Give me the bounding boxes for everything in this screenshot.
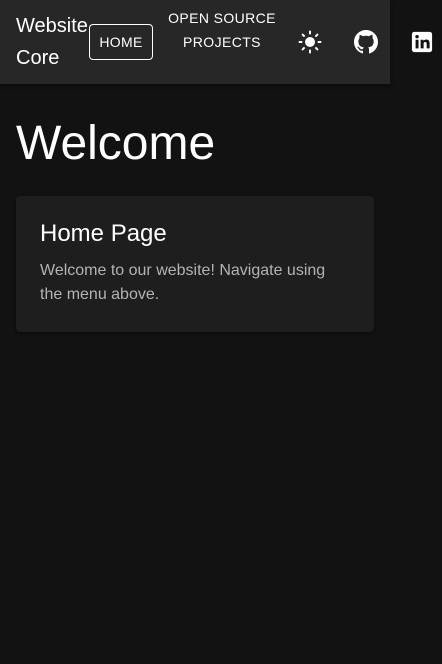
github-icon <box>354 30 378 54</box>
linkedin-link-button[interactable] <box>402 22 442 62</box>
nav-open-source-projects-button[interactable]: OPEN SOURCE PROJECTS <box>166 6 278 54</box>
theme-toggle-button[interactable] <box>290 22 330 62</box>
github-link-button[interactable] <box>346 22 386 62</box>
top-navbar: Website Core HOME OPEN SOURCE PROJECTS <box>0 0 433 84</box>
brand-title[interactable]: Website Core <box>16 10 92 74</box>
sun-icon <box>298 30 322 54</box>
linkedin-icon <box>411 31 433 53</box>
home-card: Home Page Welcome to our website! Naviga… <box>16 196 374 332</box>
page-heading: Welcome <box>16 117 216 170</box>
card-body-text: Welcome to our website! Navigate using t… <box>40 262 326 303</box>
app-root: Website Core HOME OPEN SOURCE PROJECTS W… <box>0 0 442 664</box>
nav-home-button[interactable]: HOME <box>89 24 153 60</box>
card-title: Home Page <box>40 220 167 247</box>
